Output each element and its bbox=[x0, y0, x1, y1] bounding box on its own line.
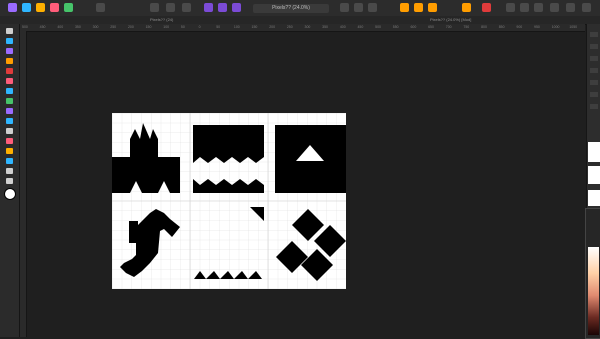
snapping-icon[interactable] bbox=[462, 3, 471, 12]
toolbar-button[interactable] bbox=[368, 3, 377, 12]
ruler-label: 350 bbox=[74, 25, 81, 29]
eraser-tool-icon[interactable] bbox=[6, 78, 13, 84]
tools-panel bbox=[0, 24, 20, 337]
document-canvas[interactable] bbox=[112, 113, 346, 289]
ruler-label: 550 bbox=[392, 25, 399, 29]
ruler-label: 250 bbox=[286, 25, 293, 29]
ruler-label: 1000 bbox=[551, 25, 560, 29]
dodge-tool-icon[interactable] bbox=[6, 118, 13, 124]
ruler-label: 350 bbox=[322, 25, 328, 29]
panel-item[interactable] bbox=[590, 44, 598, 49]
toolbar-button[interactable] bbox=[400, 3, 409, 12]
panel-item[interactable] bbox=[590, 80, 598, 85]
app-toolbar: Pixels?? (24.0%) bbox=[0, 0, 600, 17]
toolbar-button[interactable] bbox=[550, 3, 559, 12]
preview-thumb bbox=[588, 190, 600, 206]
preview-thumb bbox=[588, 142, 600, 162]
panel-item[interactable] bbox=[590, 32, 598, 37]
ruler-label: 150 bbox=[251, 25, 258, 29]
pixel-tool-icon[interactable] bbox=[6, 68, 13, 74]
ruler-label: 150 bbox=[145, 25, 152, 29]
view-tool-icon[interactable] bbox=[6, 158, 13, 164]
fill-tool-icon[interactable] bbox=[6, 88, 13, 94]
toolbar-button[interactable] bbox=[506, 3, 515, 12]
ruler-label: 500 bbox=[375, 25, 381, 29]
panel-item[interactable] bbox=[590, 92, 598, 97]
ruler-label: 0 bbox=[198, 25, 201, 29]
toolbar-button[interactable] bbox=[534, 3, 543, 12]
toolbar-button[interactable] bbox=[150, 3, 159, 12]
persona-tone-icon[interactable] bbox=[50, 3, 59, 12]
assistant-icon[interactable] bbox=[482, 3, 491, 12]
zoom-tool-icon[interactable] bbox=[6, 168, 13, 174]
ruler-label: 450 bbox=[39, 25, 46, 29]
ruler-label: 900 bbox=[516, 25, 523, 29]
persona-develop-icon[interactable] bbox=[36, 3, 45, 12]
eyedropper-tool-icon[interactable] bbox=[6, 178, 13, 184]
ruler-label: 300 bbox=[92, 25, 99, 29]
paint-brush-tool-icon[interactable] bbox=[6, 58, 13, 64]
ruler-label: 650 bbox=[428, 25, 434, 29]
ruler-label: 700 bbox=[445, 25, 452, 29]
toolbar-button[interactable] bbox=[520, 3, 529, 12]
tab-document[interactable]: Pixels?? (24.0%) [Mod] bbox=[430, 17, 471, 22]
ruler-label: 750 bbox=[463, 25, 470, 29]
crop-tool-icon[interactable] bbox=[6, 48, 13, 54]
text-tool-icon[interactable] bbox=[6, 138, 13, 144]
ruler-label: 400 bbox=[339, 25, 346, 29]
ruler-label: 100 bbox=[163, 25, 170, 29]
toolbar-button[interactable] bbox=[340, 3, 349, 12]
shape bbox=[193, 125, 264, 163]
persona-liquify-icon[interactable] bbox=[22, 3, 31, 12]
document-title[interactable]: Pixels?? (24.0%) bbox=[253, 4, 329, 13]
color-swatch-icon[interactable] bbox=[4, 188, 16, 200]
ruler-label: 250 bbox=[110, 25, 117, 29]
ruler-labels: 500 450 400 350 300 250 200 150 100 50 0 50 100 150 20… bbox=[20, 25, 585, 31]
ruler-label: 100 bbox=[233, 25, 240, 29]
artwork bbox=[112, 113, 346, 289]
tab-document[interactable]: Pixels?? (24) bbox=[150, 17, 173, 22]
ruler-label: 500 bbox=[22, 25, 28, 29]
preview-thumb bbox=[588, 166, 600, 184]
ruler-label: 50 bbox=[180, 25, 185, 29]
ruler-label: 450 bbox=[357, 25, 364, 29]
toolbar-button[interactable] bbox=[566, 3, 575, 12]
color-picker-field[interactable] bbox=[588, 247, 599, 335]
persona-photo-icon[interactable] bbox=[8, 3, 17, 12]
pen-tool-icon[interactable] bbox=[6, 128, 13, 134]
panel-item[interactable] bbox=[590, 104, 598, 109]
toolbar-button[interactable] bbox=[232, 3, 241, 12]
persona-export-icon[interactable] bbox=[64, 3, 73, 12]
ruler-label: 50 bbox=[216, 25, 221, 29]
ruler-label: 800 bbox=[481, 25, 487, 29]
ruler-label: 200 bbox=[269, 25, 276, 29]
ruler-label: 1050 bbox=[569, 25, 578, 29]
toolbar-button[interactable] bbox=[428, 3, 437, 12]
move-tool-icon[interactable] bbox=[6, 28, 13, 34]
ruler-label: 600 bbox=[410, 25, 417, 29]
clone-tool-icon[interactable] bbox=[6, 108, 13, 114]
toolbar-button[interactable] bbox=[354, 3, 363, 12]
toolbar-button[interactable] bbox=[96, 3, 105, 12]
ruler-label: 300 bbox=[304, 25, 311, 29]
panel-item[interactable] bbox=[590, 56, 598, 61]
studio-panel bbox=[585, 24, 600, 339]
gradient-tool-icon[interactable] bbox=[6, 98, 13, 104]
panel-item[interactable] bbox=[590, 68, 598, 73]
toolbar-button[interactable] bbox=[166, 3, 175, 12]
toolbar-button[interactable] bbox=[204, 3, 213, 12]
toolbar-button[interactable] bbox=[582, 3, 591, 12]
ruler-label: 850 bbox=[498, 25, 505, 29]
ruler-label: 200 bbox=[127, 25, 134, 29]
toolbar-button[interactable] bbox=[182, 3, 191, 12]
vertical-ruler bbox=[20, 31, 27, 337]
toolbar-button[interactable] bbox=[414, 3, 423, 12]
select-tool-icon[interactable] bbox=[6, 38, 13, 44]
ruler-label: 950 bbox=[534, 25, 540, 29]
ruler-label: 400 bbox=[57, 25, 64, 29]
toolbar-button[interactable] bbox=[218, 3, 227, 12]
horizontal-ruler: 500 450 400 350 300 250 200 150 100 50 0 50 100 150 20… bbox=[20, 24, 585, 32]
shape-tool-icon[interactable] bbox=[6, 148, 13, 154]
color-popover[interactable] bbox=[585, 208, 600, 339]
